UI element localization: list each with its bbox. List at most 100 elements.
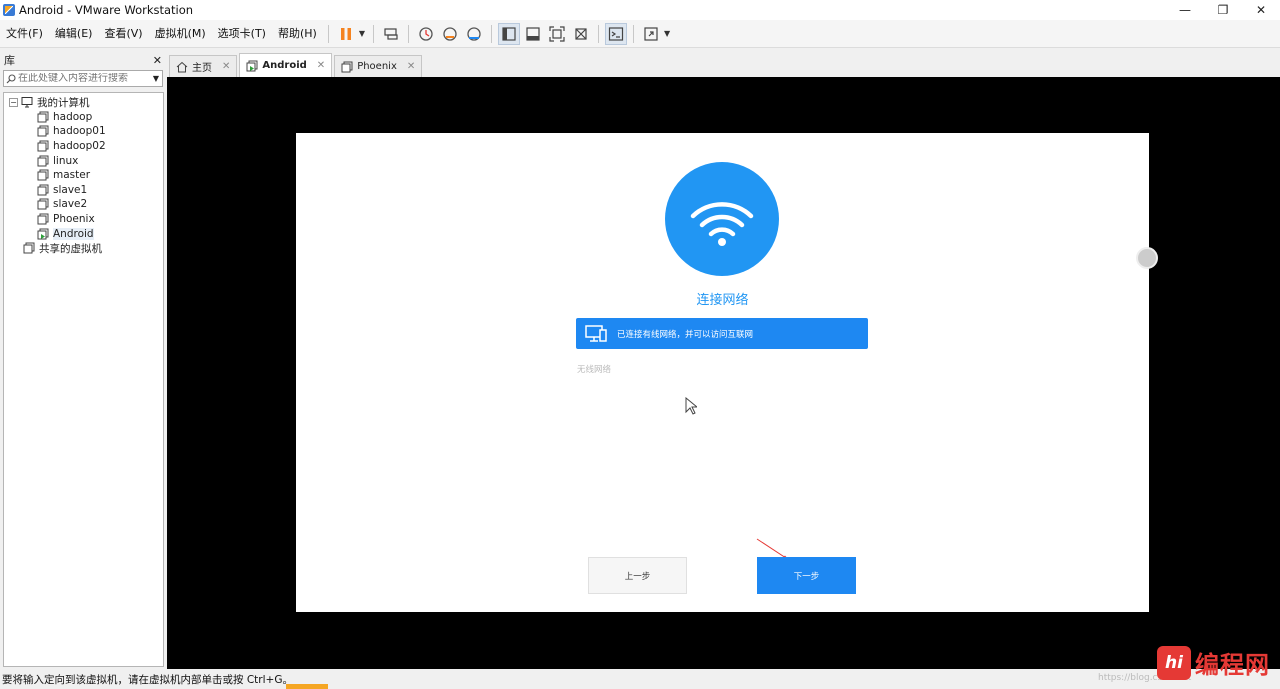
page-title: 连接网络: [696, 293, 749, 308]
tree-vm-item[interactable]: hadoop02: [4, 139, 163, 154]
unity-button[interactable]: [570, 23, 592, 45]
prev-step-button[interactable]: 上一步: [588, 557, 687, 594]
toolbar-separator: [407, 24, 409, 43]
minimize-button[interactable]: —: [1166, 0, 1204, 20]
stretch-dropdown-icon[interactable]: ▼: [664, 29, 670, 38]
tree-vm-label: slave2: [53, 198, 88, 211]
wireless-section-label: 无线网络: [577, 365, 612, 375]
tab-bar: 主页 ✕ Android ✕ Phoenix ✕: [167, 53, 1280, 77]
snapshot-manager-button[interactable]: [463, 23, 485, 45]
tab-android[interactable]: Android ✕: [239, 53, 333, 77]
tree-shared-label: 共享的虚拟机: [39, 242, 102, 255]
stretch-icon: [644, 26, 658, 41]
status-progress: [286, 684, 328, 689]
tab-label: Android: [262, 60, 307, 71]
tree-vm-label: Android: [53, 227, 94, 240]
window-controls: — ❐ ✕: [1166, 0, 1280, 20]
show-library-button[interactable]: [497, 22, 520, 45]
tree-vm-item[interactable]: linux: [4, 153, 163, 168]
home-icon: [176, 61, 188, 73]
title-bar: Android - VMware Workstation — ❐ ✕: [0, 0, 1280, 20]
revert-snapshot-icon: [443, 26, 457, 41]
toolbar-separator: [490, 24, 492, 43]
menu-toolbar: 文件(F) 编辑(E) 查看(V) 虚拟机(M) 选项卡(T) 帮助(H) ▼ …: [0, 20, 1280, 48]
revert-snapshot-button[interactable]: [439, 23, 461, 45]
tree-vm-item-selected[interactable]: Android: [4, 226, 163, 241]
tree-vm-label: linux: [53, 154, 79, 167]
search-dropdown-icon[interactable]: ▼: [150, 74, 162, 83]
toolbar-separator: [632, 24, 634, 43]
tree-vm-item[interactable]: hadoop01: [4, 124, 163, 139]
next-step-button[interactable]: 下一步: [757, 557, 856, 594]
vm-running-icon: [37, 228, 49, 240]
pause-button[interactable]: [335, 23, 357, 45]
menu-vm[interactable]: 虚拟机(M): [149, 20, 212, 48]
vmware-logo-icon: [3, 4, 15, 16]
guest-screen[interactable]: 连接网络 已连接有线网络，并可以访问互联网 无线网络 上一步 下一步: [296, 133, 1149, 612]
tree-vm-label: master: [53, 169, 91, 182]
library-close-icon[interactable]: ✕: [153, 54, 162, 67]
restore-button[interactable]: ❐: [1204, 0, 1242, 20]
computer-icon: [21, 96, 33, 108]
keyboard-send-icon: [384, 27, 398, 40]
vm-console[interactable]: 连接网络 已连接有线网络，并可以访问互联网 无线网络 上一步 下一步: [167, 77, 1280, 669]
side-handle-icon[interactable]: [1136, 247, 1158, 269]
tree-root[interactable]: − 我的计算机: [4, 95, 163, 110]
tab-close-icon[interactable]: ✕: [407, 61, 415, 72]
tree-root-label: 我的计算机: [37, 96, 90, 109]
library-search[interactable]: ▼: [3, 70, 163, 87]
vm-icon: [37, 125, 49, 137]
status-bar: 要将输入定向到该虚拟机，请在虚拟机内部单击或按 Ctrl+G。: [0, 669, 1280, 689]
tab-close-icon[interactable]: ✕: [222, 61, 230, 72]
tree-vm-label: slave1: [53, 183, 88, 196]
tab-label: 主页: [192, 63, 212, 74]
tree-vm-item[interactable]: slave1: [4, 183, 163, 198]
tab-phoenix[interactable]: Phoenix ✕: [334, 55, 423, 77]
tab-close-icon[interactable]: ✕: [317, 60, 325, 71]
library-header: 库 ✕: [0, 53, 166, 68]
tree-vm-item[interactable]: Phoenix: [4, 212, 163, 227]
shared-vm-icon: [23, 242, 35, 254]
snapshot-manager-icon: [467, 26, 481, 41]
menu-view[interactable]: 查看(V): [98, 20, 148, 48]
menu-file[interactable]: 文件(F): [0, 20, 49, 48]
search-input[interactable]: [18, 73, 150, 84]
search-icon: [4, 73, 18, 84]
unity-icon: [575, 27, 587, 40]
tree-vm-item[interactable]: hadoop: [4, 110, 163, 125]
vm-icon: [37, 155, 49, 167]
wired-network-icon: [585, 324, 607, 343]
full-screen-button[interactable]: [546, 23, 568, 45]
tree-vm-item[interactable]: slave2: [4, 197, 163, 212]
vm-icon: [37, 198, 49, 210]
console-view-button[interactable]: [604, 22, 627, 45]
send-ctrl-alt-del-button[interactable]: [380, 23, 402, 45]
toolbar-separator: [327, 24, 329, 43]
menu-help[interactable]: 帮助(H): [272, 20, 323, 48]
library-tree: − 我的计算机 hadoop hadoop01 hadoop02 linux m…: [3, 92, 164, 667]
wifi-badge: [665, 162, 779, 276]
tree-vm-item[interactable]: master: [4, 168, 163, 183]
vm-running-icon: [246, 60, 258, 72]
collapse-icon[interactable]: −: [9, 97, 18, 107]
watermark: hi 编程网: [1157, 645, 1270, 680]
window-title: Android - VMware Workstation: [19, 3, 194, 17]
thumbnail-bar-icon: [526, 26, 540, 41]
library-panel-icon: [502, 26, 516, 41]
fullscreen-icon: [549, 25, 565, 42]
tab-home[interactable]: 主页 ✕: [169, 55, 238, 77]
stretch-guest-button[interactable]: [640, 23, 662, 45]
show-thumbnail-bar-button[interactable]: [522, 23, 544, 45]
pause-dropdown-icon[interactable]: ▼: [359, 29, 365, 38]
toolbar-separator: [372, 24, 374, 43]
vm-icon: [37, 111, 49, 123]
vm-icon: [341, 61, 353, 73]
snapshot-button[interactable]: [415, 23, 437, 45]
toolbar-separator: [597, 24, 599, 43]
wired-network-item[interactable]: 已连接有线网络，并可以访问互联网: [576, 318, 868, 349]
tree-shared-vms[interactable]: 共享的虚拟机: [4, 241, 163, 256]
vm-icon: [37, 184, 49, 196]
menu-tabs[interactable]: 选项卡(T): [212, 20, 272, 48]
close-button[interactable]: ✕: [1242, 0, 1280, 20]
menu-edit[interactable]: 编辑(E): [49, 20, 99, 48]
